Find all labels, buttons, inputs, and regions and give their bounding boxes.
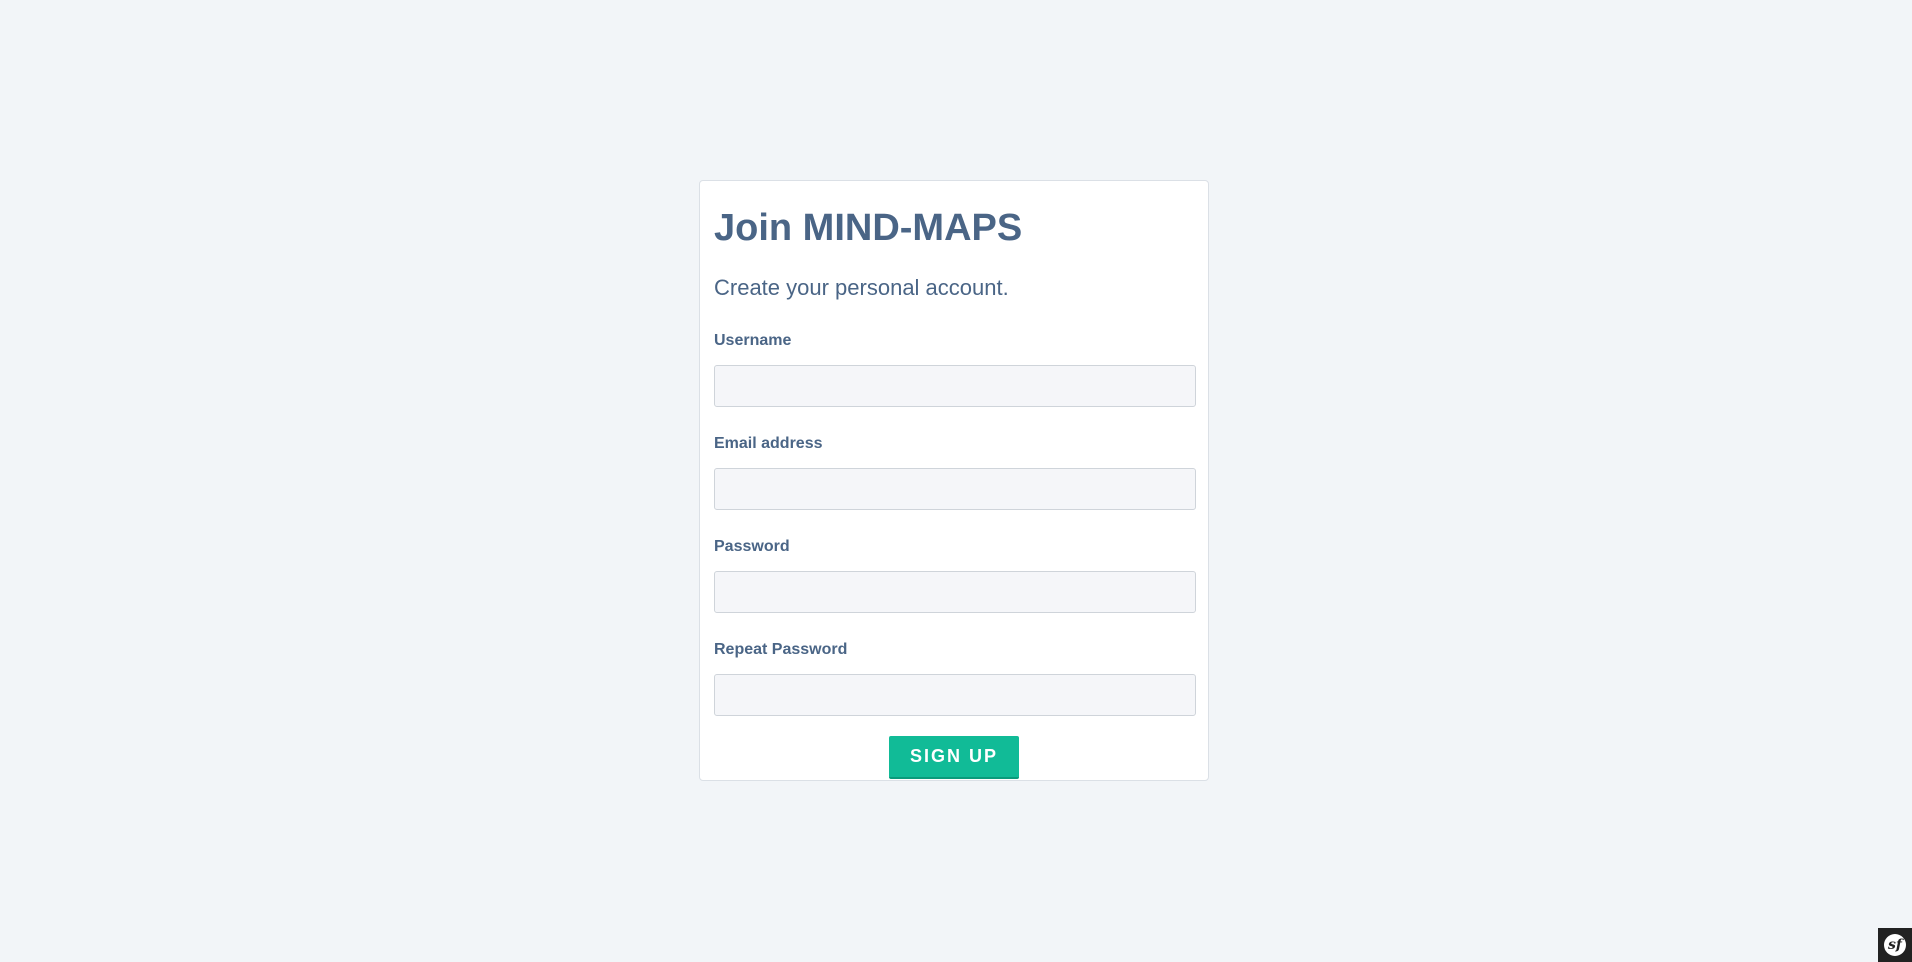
password-input[interactable] [714, 571, 1196, 613]
symfony-logo-icon: sf [1884, 934, 1906, 956]
email-field-group: Email address [714, 435, 1196, 510]
password-field-group: Password [714, 538, 1196, 613]
username-label: Username [714, 332, 792, 349]
repeat-password-input[interactable] [714, 674, 1196, 716]
email-input[interactable] [714, 468, 1196, 510]
debug-toolbar-toggle[interactable]: sf [1878, 928, 1912, 962]
username-input[interactable] [714, 365, 1196, 407]
repeat-password-label: Repeat Password [714, 641, 848, 658]
password-label: Password [714, 538, 790, 555]
sign-up-button[interactable]: SIGN UP [889, 736, 1019, 779]
submit-row: SIGN UP [714, 736, 1194, 779]
username-field-group: Username [714, 332, 1196, 407]
signup-card: Join MIND-MAPS Create your personal acco… [699, 180, 1209, 781]
email-label: Email address [714, 435, 823, 452]
repeat-password-field-group: Repeat Password [714, 641, 1196, 716]
page-title: Join MIND-MAPS [714, 207, 1023, 249]
page-subtitle: Create your personal account. [714, 275, 1009, 300]
